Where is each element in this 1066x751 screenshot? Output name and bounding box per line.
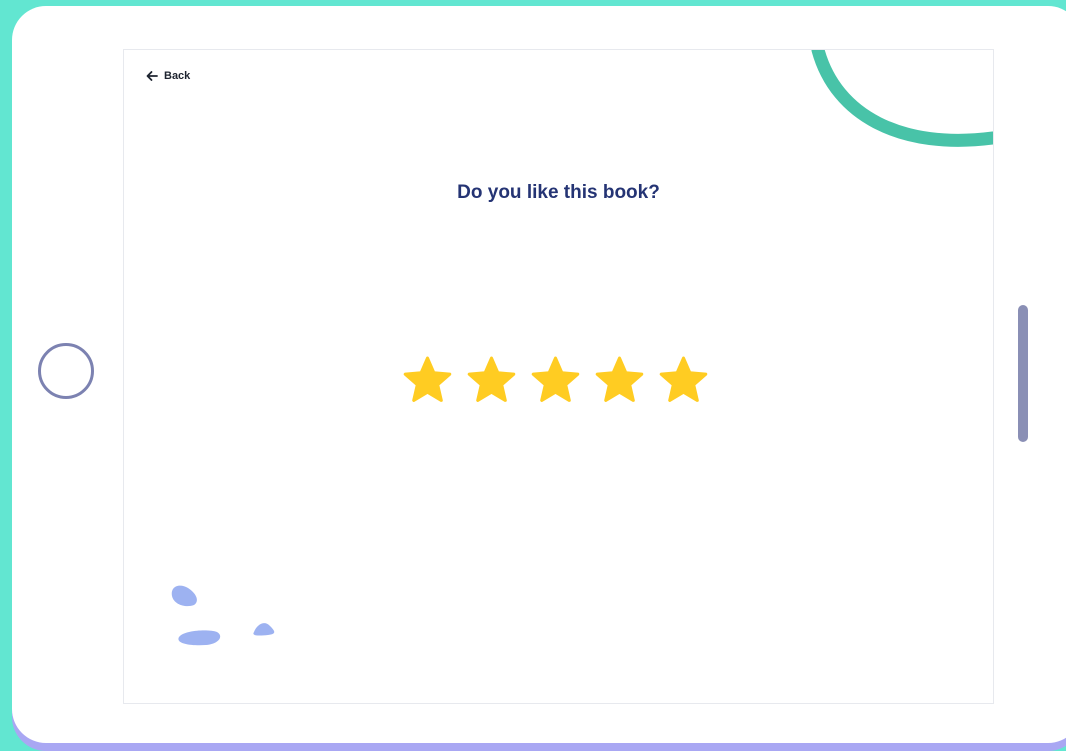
star-2[interactable] [466,355,517,406]
page-title: Do you like this book? [457,182,660,203]
star-5[interactable] [658,355,709,406]
arrow-left-icon [146,70,158,82]
star-3[interactable] [530,355,581,406]
star-icon [403,356,452,402]
star-icon [467,356,516,402]
app-screen: Back Do you like this book? [123,49,994,704]
home-button[interactable] [38,343,94,399]
star-rating[interactable] [402,355,709,406]
back-label: Back [164,70,191,82]
star-icon [659,356,708,402]
star-1[interactable] [402,355,453,406]
decorative-blobs [171,585,275,646]
side-button[interactable] [1018,305,1028,442]
back-button[interactable]: Back [146,70,190,82]
star-icon [595,356,644,402]
tablet-frame: Back Do you like this book? [12,6,1066,743]
star-4[interactable] [594,355,645,406]
decorative-arc [811,50,993,147]
star-icon [531,356,580,402]
